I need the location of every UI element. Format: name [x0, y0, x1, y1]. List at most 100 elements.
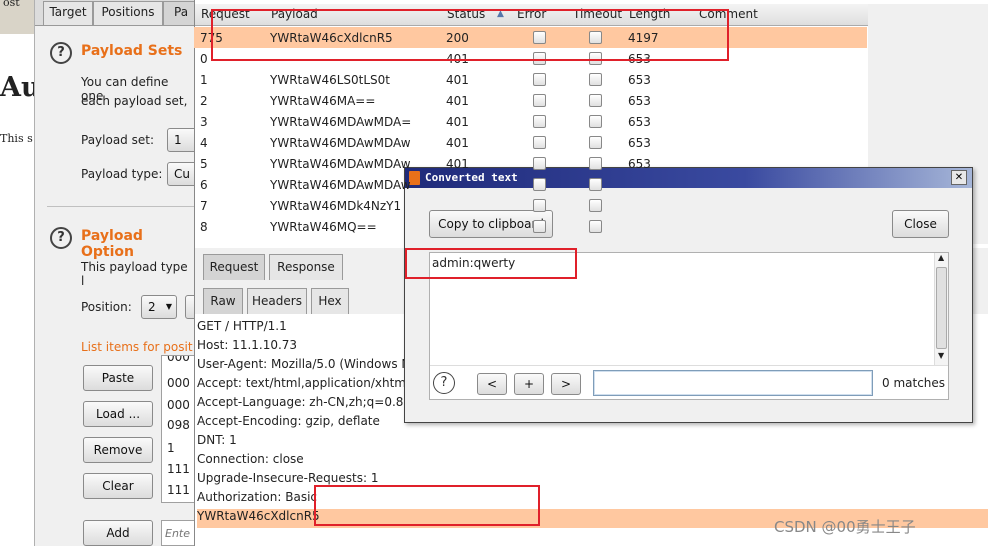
list-item[interactable]: 098: [167, 418, 190, 432]
error-checkbox[interactable]: [533, 199, 546, 212]
cell-length: 653: [628, 115, 651, 129]
payload-set-label: Payload set:: [81, 133, 154, 147]
timeout-checkbox[interactable]: [589, 199, 602, 212]
watermark: CSDN @00勇士王子: [774, 518, 916, 536]
table-row[interactable]: 4 YWRtaW46MDAwMDAw 401 653: [194, 132, 867, 153]
cell-request: 6: [200, 178, 208, 192]
timeout-checkbox[interactable]: [589, 136, 602, 149]
tab-response[interactable]: Response: [269, 254, 343, 280]
list-item[interactable]: 000: [167, 376, 190, 390]
cell-length: 653: [628, 136, 651, 150]
clear-button[interactable]: Clear: [83, 473, 153, 499]
paste-button[interactable]: Paste: [83, 365, 153, 391]
error-checkbox[interactable]: [533, 94, 546, 107]
intruder-payloads-panel: Target Positions Pa ? Payload Sets You c…: [34, 0, 203, 546]
cell-request: 7: [200, 199, 208, 213]
cell-status: 401: [446, 136, 469, 150]
timeout-checkbox[interactable]: [589, 115, 602, 128]
error-checkbox[interactable]: [533, 157, 546, 170]
help-icon-search[interactable]: ?: [433, 372, 455, 394]
cell-request: 5: [200, 157, 208, 171]
error-checkbox[interactable]: [533, 178, 546, 191]
payload-set-select[interactable]: 1: [167, 128, 197, 152]
background-top-text: ost: [3, 0, 20, 9]
table-row[interactable]: 2 YWRtaW46MA== 401 653: [194, 90, 867, 111]
background-page: ost Au This s: [0, 0, 41, 546]
tab-positions[interactable]: Positions: [93, 1, 163, 25]
list-items-label: List items for posit: [81, 340, 193, 354]
position-value: 2: [148, 300, 156, 314]
dialog-close-button[interactable]: Close: [892, 210, 949, 238]
help-icon-payload-options[interactable]: ?: [50, 227, 72, 249]
cell-payload: YWRtaW46MDAwMDA=: [270, 115, 412, 129]
cell-request: 0: [200, 52, 208, 66]
scroll-down-icon[interactable]: ▼: [938, 351, 944, 360]
next-match-button[interactable]: >: [551, 373, 581, 395]
position-select[interactable]: 2 ▼: [141, 295, 177, 319]
tab-hex[interactable]: Hex: [311, 288, 349, 314]
cell-request: 8: [200, 220, 208, 234]
list-item[interactable]: 1: [167, 441, 175, 455]
cell-length: 653: [628, 157, 651, 171]
load-button[interactable]: Load ...: [83, 401, 153, 427]
list-item[interactable]: 111: [167, 483, 190, 497]
cell-request: 4: [200, 136, 208, 150]
cell-status: 401: [446, 157, 469, 171]
cell-request: 1: [200, 73, 208, 87]
request-line: DNT: 1: [197, 433, 237, 447]
error-checkbox[interactable]: [533, 115, 546, 128]
tab-request[interactable]: Request: [203, 254, 265, 280]
timeout-checkbox[interactable]: [589, 178, 602, 191]
tab-raw[interactable]: Raw: [203, 288, 243, 314]
timeout-checkbox[interactable]: [589, 157, 602, 170]
timeout-checkbox[interactable]: [589, 220, 602, 233]
cell-payload: YWRtaW46MQ==: [270, 220, 377, 234]
table-row[interactable]: 6 YWRtaW46MDAwMDAw: [194, 174, 867, 195]
list-item[interactable]: 111: [167, 462, 190, 476]
list-item[interactable]: 111: [167, 500, 190, 502]
payload-type-select[interactable]: Cu: [167, 162, 197, 186]
error-checkbox[interactable]: [533, 73, 546, 86]
payload-sets-desc-2: each payload set,: [81, 94, 188, 108]
list-item[interactable]: 000: [167, 398, 190, 412]
annotation-box-auth-header: [314, 485, 540, 526]
error-checkbox[interactable]: [533, 220, 546, 233]
table-row[interactable]: 1 YWRtaW46LS0tLS0t 401 653: [194, 69, 867, 90]
search-bar: ? < + > 0 matches: [430, 365, 948, 399]
add-button[interactable]: Add: [83, 520, 153, 546]
text-scrollbar[interactable]: ▲ ▼: [934, 253, 948, 365]
cell-request: 3: [200, 115, 208, 129]
cell-payload: YWRtaW46MDAwMDAw: [270, 136, 411, 150]
timeout-checkbox[interactable]: [589, 94, 602, 107]
cell-request: 2: [200, 94, 208, 108]
cell-payload: YWRtaW46LS0tLS0t: [270, 73, 391, 87]
request-line: Connection: close: [197, 452, 304, 466]
dialog-close-icon[interactable]: ✕: [951, 170, 967, 185]
annotation-box-success-row: [211, 9, 729, 61]
payload-options-title: Payload Option: [81, 228, 143, 260]
cell-payload: YWRtaW46MDAwMDAw: [270, 157, 411, 171]
payload-sets-title: Payload Sets: [81, 43, 183, 59]
table-row[interactable]: 3 YWRtaW46MDAwMDA= 401 653: [194, 111, 867, 132]
list-item[interactable]: 000: [167, 356, 190, 364]
scroll-thumb[interactable]: [936, 267, 947, 349]
add-search-button[interactable]: +: [514, 373, 544, 395]
payload-options-desc: This payload type l: [81, 260, 188, 288]
search-input[interactable]: [593, 370, 873, 396]
table-row[interactable]: 8 YWRtaW46MQ==: [194, 216, 867, 237]
payload-type-label: Payload type:: [81, 167, 163, 181]
cell-status: 401: [446, 94, 469, 108]
tab-target[interactable]: Target: [43, 1, 93, 25]
error-checkbox[interactable]: [533, 136, 546, 149]
help-icon-payload-sets[interactable]: ?: [50, 42, 72, 64]
timeout-checkbox[interactable]: [589, 73, 602, 86]
section-divider: [47, 206, 195, 207]
table-row[interactable]: 7 YWRtaW46MDk4NzY1: [194, 195, 867, 216]
background-paragraph: This s: [0, 132, 33, 145]
table-row[interactable]: 5 YWRtaW46MDAwMDAw 401 653: [194, 153, 867, 174]
scroll-up-icon[interactable]: ▲: [938, 253, 944, 262]
tab-headers[interactable]: Headers: [247, 288, 307, 314]
remove-button[interactable]: Remove: [83, 437, 153, 463]
prev-match-button[interactable]: <: [477, 373, 507, 395]
annotation-box-decoded-text: [405, 248, 577, 279]
